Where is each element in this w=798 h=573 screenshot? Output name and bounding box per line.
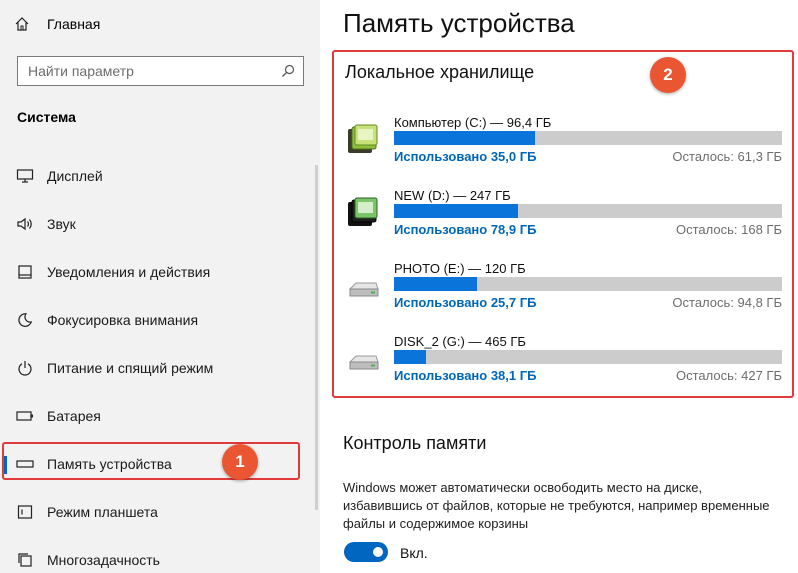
page-title: Память устройства	[343, 8, 575, 38]
system-drive-icon	[348, 124, 378, 153]
sidebar-item-label: Звук	[47, 216, 76, 232]
battery-icon	[16, 407, 34, 425]
power-icon	[16, 359, 34, 377]
drive-item[interactable]: DISK_2 (G:) — 465 ГБ Использовано 38,1 Г…	[346, 334, 786, 400]
storage-sense-toggle-label: Вкл.	[400, 545, 428, 561]
drive-free-text: Осталось: 168 ГБ	[676, 222, 782, 237]
home-link[interactable]: Главная	[14, 13, 100, 35]
drive-free-text: Осталось: 61,3 ГБ	[672, 149, 782, 164]
sidebar-item-sound[interactable]: Звук	[0, 204, 320, 244]
drive-name: NEW (D:) — 247 ГБ	[394, 188, 511, 203]
speaker-icon	[16, 215, 34, 233]
sidebar-item-notifications[interactable]: Уведомления и действия	[0, 252, 320, 292]
drive-item[interactable]: NEW (D:) — 247 ГБ Использовано 78,9 ГБ О…	[346, 188, 786, 254]
sidebar-item-label: Многозадачность	[47, 552, 160, 568]
sidebar-item-multitasking[interactable]: Многозадачность	[0, 540, 320, 573]
search-input[interactable]: Найти параметр	[17, 56, 304, 86]
sidebar-item-battery[interactable]: Батарея	[0, 396, 320, 436]
tablet-icon	[16, 503, 34, 521]
storage-sense-toggle[interactable]	[344, 542, 388, 562]
search-icon[interactable]	[281, 64, 295, 78]
home-label: Главная	[47, 16, 101, 32]
section-title: Система	[17, 109, 76, 125]
drive-name: PHOTO (E:) — 120 ГБ	[394, 261, 526, 276]
annotation-badge-2: 2	[650, 57, 686, 93]
system-drive-icon	[348, 197, 378, 226]
local-storage-heading: Локальное хранилище	[345, 62, 535, 82]
drive-item[interactable]: PHOTO (E:) — 120 ГБ Использовано 25,7 ГБ…	[346, 261, 786, 327]
drive-used-text: Использовано 35,0 ГБ	[394, 149, 537, 164]
annotation-badge-1: 1	[222, 444, 258, 480]
sidebar-item-label: Уведомления и действия	[47, 264, 211, 280]
drive-free-text: Осталось: 427 ГБ	[676, 368, 782, 383]
toggle-knob	[373, 547, 383, 557]
drive-usage-fill	[394, 277, 478, 291]
storage-sense-description: Windows может автоматически освободить м…	[343, 480, 770, 531]
drive-usage-bar	[394, 204, 782, 218]
sidebar-item-label: Батарея	[47, 408, 101, 424]
drive-name: DISK_2 (G:) — 465 ГБ	[394, 334, 526, 349]
sidebar-item-label: Режим планшета	[47, 504, 158, 520]
hard-drive-icon	[348, 282, 379, 297]
drive-usage-fill	[394, 204, 518, 218]
multitask-icon	[16, 551, 34, 569]
drive-item[interactable]: Компьютер (C:) — 96,4 ГБ Использовано 35…	[346, 115, 786, 181]
drive-usage-bar	[394, 277, 782, 291]
sidebar-item-focus-assist[interactable]: Фокусировка внимания	[0, 300, 320, 340]
drive-usage-fill	[394, 131, 535, 145]
drive-free-text: Осталось: 94,8 ГБ	[672, 295, 782, 310]
sidebar: Главная Найти параметр Система Дисплей З…	[0, 0, 320, 573]
hard-drive-icon	[348, 355, 379, 370]
moon-icon	[16, 311, 34, 329]
drive-usage-fill	[394, 350, 426, 364]
drive-used-text: Использовано 78,9 ГБ	[394, 222, 537, 237]
drive-used-text: Использовано 25,7 ГБ	[394, 295, 537, 310]
drive-used-text: Использовано 38,1 ГБ	[394, 368, 537, 383]
storage-sense-title: Контроль памяти	[343, 433, 487, 453]
sidebar-item-display[interactable]: Дисплей	[0, 156, 320, 196]
sidebar-item-label: Фокусировка внимания	[47, 312, 199, 328]
home-icon	[15, 17, 29, 31]
monitor-icon	[16, 167, 34, 185]
notification-icon	[16, 263, 34, 281]
search-placeholder: Найти параметр	[28, 63, 134, 79]
sidebar-item-power[interactable]: Питание и спящий режим	[0, 348, 320, 388]
drive-usage-bar	[394, 350, 782, 364]
sidebar-item-label: Питание и спящий режим	[47, 360, 214, 376]
sidebar-item-label: Дисплей	[47, 168, 103, 184]
sidebar-item-tablet-mode[interactable]: Режим планшета	[0, 492, 320, 532]
drive-name: Компьютер (C:) — 96,4 ГБ	[394, 115, 552, 130]
drive-usage-bar	[394, 131, 782, 145]
